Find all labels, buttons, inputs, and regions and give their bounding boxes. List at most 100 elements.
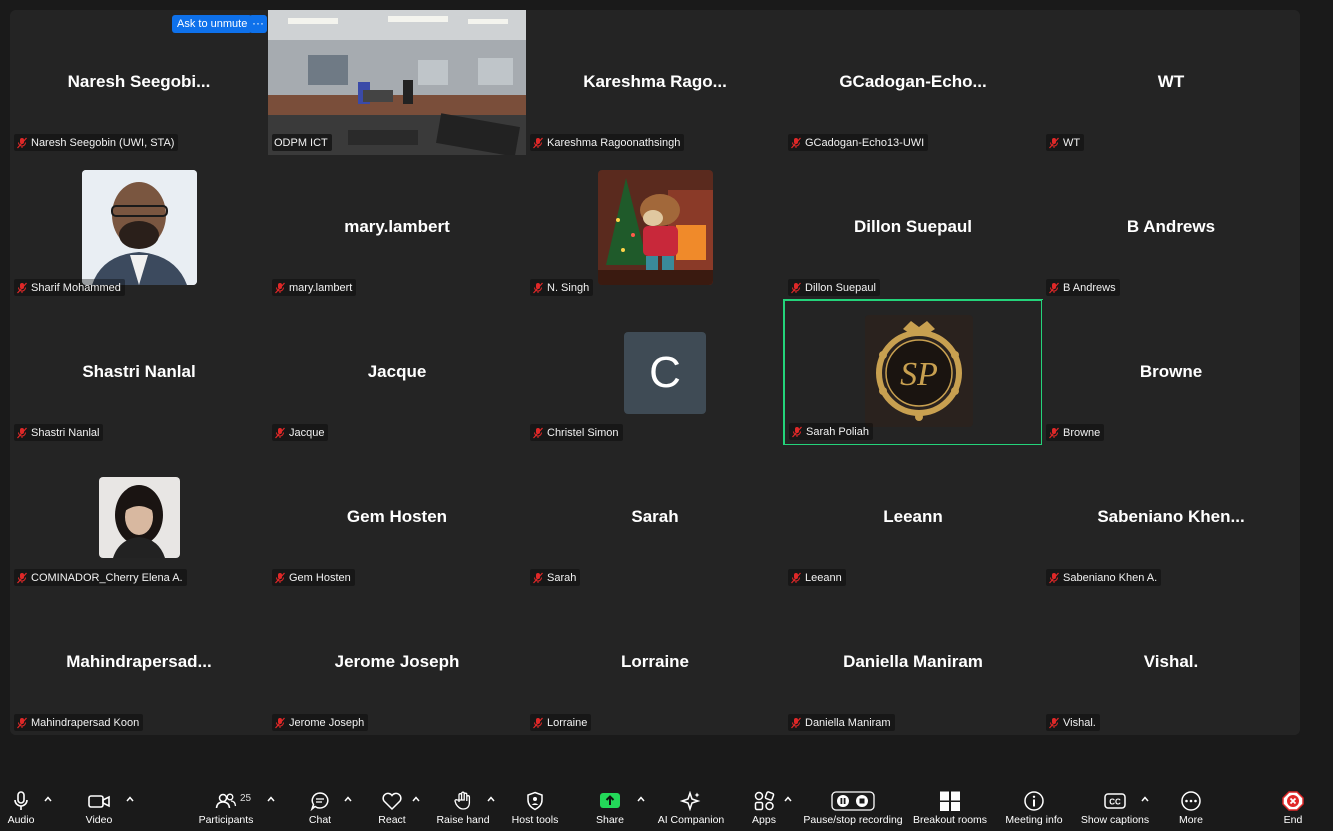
end-label: End [1283, 814, 1303, 826]
svg-text:CC: CC [1109, 798, 1121, 807]
share-label: Share [595, 814, 625, 826]
raise-hand-button[interactable]: Raise hand [436, 783, 490, 831]
share-options-chevron-icon[interactable] [636, 795, 646, 803]
participant-tile[interactable]: Jerome Joseph Jerome Joseph [268, 590, 526, 735]
participant-tile[interactable]: Sharif Mohammed [10, 155, 268, 300]
participant-name-text: mary.lambert [289, 281, 353, 294]
mic-muted-icon [533, 427, 543, 438]
participant-tile[interactable]: COMINADOR_Cherry Elena A. [10, 445, 268, 590]
participant-display-name: GCadogan-Echo... [839, 72, 987, 91]
share-screen-icon [600, 793, 620, 808]
participant-tile[interactable]: Vishal. Vishal. [1042, 590, 1300, 735]
initial-avatar: C [624, 332, 706, 414]
participant-name-text: Leeann [805, 571, 842, 584]
participant-display-name: Shastri Nanlal [82, 362, 196, 381]
tile-more-options-button[interactable]: ··· [249, 15, 267, 33]
more-button[interactable]: More [1174, 783, 1208, 831]
participant-tile[interactable]: Sarah Sarah [526, 445, 784, 590]
mic-muted-icon [533, 717, 543, 728]
participant-name-label: Vishal. [1046, 714, 1100, 731]
mic-muted-icon [1049, 137, 1059, 148]
participant-display-name: Jacque [367, 362, 427, 381]
host-tools-button[interactable]: Host tools [510, 783, 560, 831]
show-captions-button[interactable]: CC Show captions [1080, 783, 1150, 831]
more-label: More [1179, 814, 1203, 826]
raise-hand-options-chevron-icon[interactable] [486, 795, 496, 803]
participant-tile[interactable]: Lorraine Lorraine [526, 590, 784, 735]
participant-name-text: Jerome Joseph [289, 716, 365, 729]
participant-name-text: Christel Simon [547, 426, 619, 439]
breakout-rooms-button[interactable]: Breakout rooms [912, 783, 988, 831]
participant-name-label: ODPM ICT [272, 134, 332, 151]
ask-to-unmute-button[interactable]: Ask to unmute [172, 15, 253, 33]
mic-muted-icon [1049, 282, 1059, 293]
participant-name-text: Daniella Maniram [805, 716, 891, 729]
participants-button[interactable]: Participants [195, 783, 257, 831]
participant-name-text: GCadogan-Echo13-UWI [805, 136, 925, 149]
react-options-chevron-icon[interactable] [411, 795, 421, 803]
ai-sparkle-icon [680, 791, 701, 811]
participant-tile[interactable]: Dillon Suepaul Dillon Suepaul [784, 155, 1042, 300]
audio-options-chevron-icon[interactable] [43, 795, 53, 803]
participant-display-name: Leeann [883, 507, 943, 526]
participant-name-text: N. Singh [547, 281, 590, 294]
participant-tile[interactable]: C Christel Simon [526, 300, 784, 445]
apps-button[interactable]: Apps [750, 783, 778, 831]
participant-name-text: Jacque [289, 426, 325, 439]
participant-tile[interactable]: Daniella Maniram Daniella Maniram [784, 590, 1042, 735]
participant-name-label: Christel Simon [530, 424, 623, 441]
video-grid: Naresh Seegobi... Naresh Seegobin (UWI, … [10, 10, 1300, 735]
participant-name-label: WT [1046, 134, 1085, 151]
participant-tile-video[interactable]: ODPM ICT [268, 10, 526, 155]
mic-muted-icon [791, 717, 801, 728]
chat-options-chevron-icon[interactable] [343, 795, 353, 803]
participant-name-label: Sabeniano Khen A. [1046, 569, 1162, 586]
participants-options-chevron-icon[interactable] [266, 795, 276, 803]
participant-tile[interactable]: B Andrews B Andrews [1042, 155, 1300, 300]
participant-tile[interactable]: Jacque Jacque [268, 300, 526, 445]
participant-display-name: Browne [1139, 362, 1203, 381]
mic-muted-icon [533, 572, 543, 583]
participant-name-text: Browne [1063, 426, 1101, 439]
participant-tile[interactable]: Kareshma Rago... Kareshma Ragoonathsingh [526, 10, 784, 155]
ai-companion-button[interactable]: AI Companion [656, 783, 726, 831]
participant-name-label: Sharif Mohammed [14, 279, 125, 296]
participant-display-name: Naresh Seegobi... [67, 72, 211, 91]
meeting-info-button[interactable]: Meeting info [1003, 783, 1065, 831]
mic-muted-icon [17, 427, 27, 438]
apps-options-chevron-icon[interactable] [783, 795, 793, 803]
participants-label: Participants [198, 814, 254, 826]
participant-tile-active-speaker[interactable]: SP Sarah Poliah [783, 299, 1043, 446]
captions-options-chevron-icon[interactable] [1140, 795, 1150, 803]
participant-tile[interactable]: Shastri Nanlal Shastri Nanlal [10, 300, 268, 445]
participant-tile[interactable]: Sabeniano Khen... Sabeniano Khen A. [1042, 445, 1300, 590]
video-button[interactable]: Video [82, 783, 116, 831]
participant-tile[interactable]: N. Singh [526, 155, 784, 300]
show-captions-label: Show captions [1080, 814, 1150, 826]
participant-tile[interactable]: Leeann Leeann [784, 445, 1042, 590]
share-button[interactable]: Share [595, 783, 625, 831]
react-button[interactable]: React [377, 783, 407, 831]
end-meeting-button[interactable]: End [1278, 783, 1308, 831]
closed-captions-icon: CC [1104, 793, 1126, 809]
participant-tile[interactable]: Browne Browne [1042, 300, 1300, 445]
participant-tile[interactable]: Gem Hosten Gem Hosten [268, 445, 526, 590]
heart-icon [382, 792, 402, 811]
participant-name-label: B Andrews [1046, 279, 1120, 296]
participant-name-text: ODPM ICT [274, 136, 328, 149]
participant-name-text: B Andrews [1063, 281, 1116, 294]
pause-stop-recording-button[interactable]: Pause/stop recording [803, 783, 903, 831]
video-options-chevron-icon[interactable] [125, 795, 135, 803]
mic-muted-icon [792, 426, 802, 437]
participant-tile[interactable]: GCadogan-Echo... GCadogan-Echo13-UWI [784, 10, 1042, 155]
participant-name-label: Browne [1046, 424, 1105, 441]
chat-button[interactable]: Chat [306, 783, 334, 831]
participant-name-text: Vishal. [1063, 716, 1096, 729]
participant-name-label: Shastri Nanlal [14, 424, 104, 441]
audio-button[interactable]: Audio [5, 783, 37, 831]
participant-tile[interactable]: WT WT [1042, 10, 1300, 155]
participant-tile[interactable]: mary.lambert mary.lambert [268, 155, 526, 300]
participant-name-label: Gem Hosten [272, 569, 355, 586]
participant-name-label: Sarah [530, 569, 581, 586]
participant-tile[interactable]: Mahindrapersad... Mahindrapersad Koon [10, 590, 268, 735]
